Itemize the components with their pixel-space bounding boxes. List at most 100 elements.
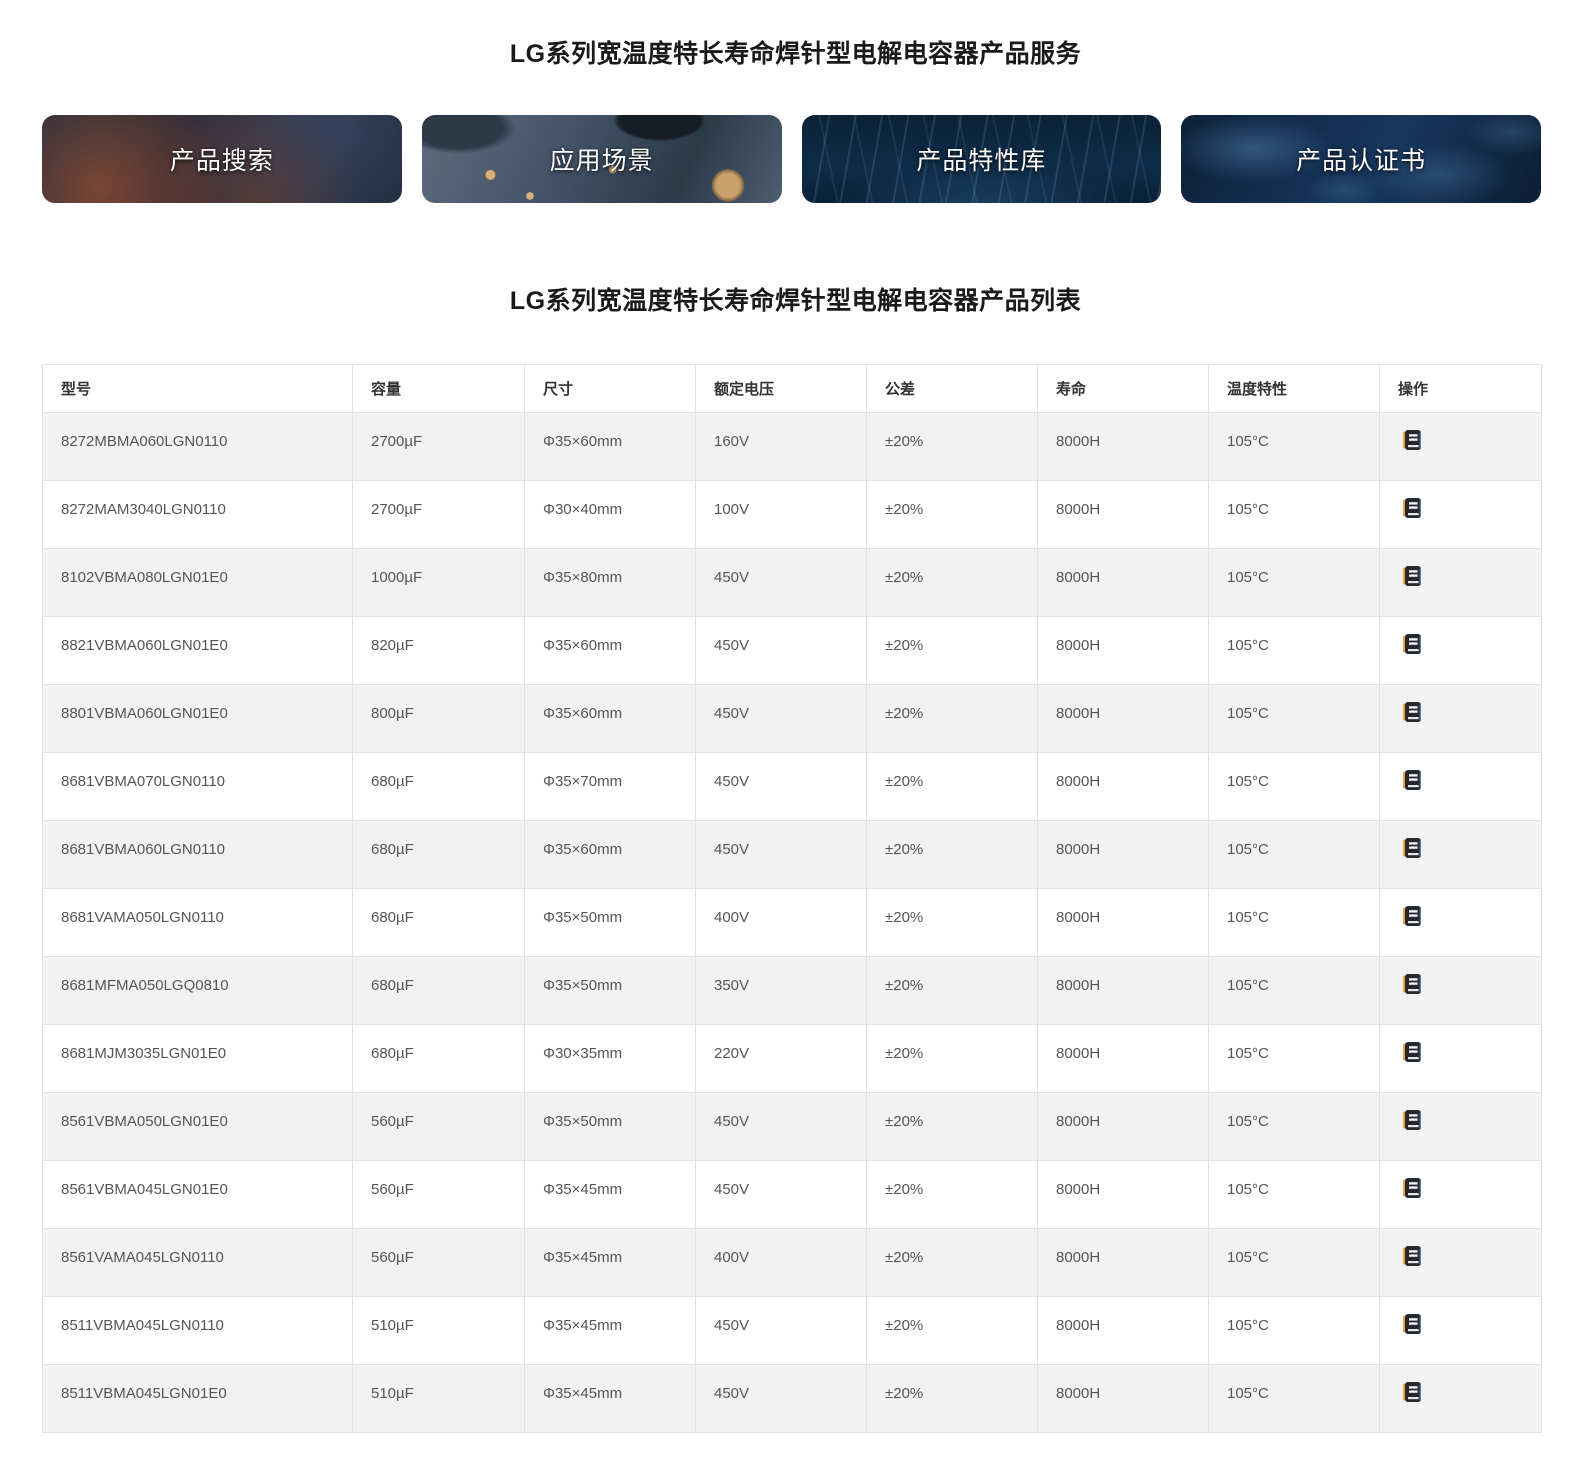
cell-life: 8000H [1038, 1297, 1209, 1365]
cell-tolerance: ±20% [867, 481, 1038, 549]
cell-model: 8511VBMA045LGN0110 [43, 1297, 353, 1365]
detail-button[interactable] [1403, 1246, 1421, 1266]
cell-model: 8272MBMA060LGN0110 [43, 413, 353, 481]
cell-voltage: 160V [696, 413, 867, 481]
cell-model: 8561VAMA045LGN0110 [43, 1229, 353, 1297]
cell-tolerance: ±20% [867, 1025, 1038, 1093]
cell-model: 8821VBMA060LGN01E0 [43, 617, 353, 685]
product-table-body: 8272MBMA060LGN0110 2700µF Φ35×60mm 160V … [43, 413, 1542, 1433]
table-row: 8511VBMA045LGN0110 510µF Φ35×45mm 450V ±… [43, 1297, 1542, 1365]
cell-temperature: 105°C [1209, 957, 1380, 1025]
cell-size: Φ30×40mm [525, 481, 696, 549]
cell-life: 8000H [1038, 1229, 1209, 1297]
nav-button-application-scenarios[interactable]: 应用场景 [422, 115, 782, 203]
product-table-container: 型号 容量 尺寸 额定电压 公差 寿命 温度特性 操作 8272MBMA060L… [42, 364, 1541, 1433]
cell-temperature: 105°C [1209, 617, 1380, 685]
cell-voltage: 450V [696, 821, 867, 889]
table-row: 8561VAMA045LGN0110 560µF Φ35×45mm 400V ±… [43, 1229, 1542, 1297]
nav-button-characteristics-library[interactable]: 产品特性库 [802, 115, 1162, 203]
notebook-icon [1403, 566, 1421, 586]
table-row: 8102VBMA080LGN01E0 1000µF Φ35×80mm 450V … [43, 549, 1542, 617]
cell-tolerance: ±20% [867, 1297, 1038, 1365]
cell-action [1380, 617, 1542, 685]
detail-button[interactable] [1403, 498, 1421, 518]
nav-button-certificates[interactable]: 产品认证书 [1181, 115, 1541, 203]
cell-size: Φ35×45mm [525, 1161, 696, 1229]
cell-capacity: 2700µF [353, 413, 525, 481]
detail-button[interactable] [1403, 566, 1421, 586]
cell-life: 8000H [1038, 549, 1209, 617]
detail-button[interactable] [1403, 1382, 1421, 1402]
cell-temperature: 105°C [1209, 1229, 1380, 1297]
detail-button[interactable] [1403, 1042, 1421, 1062]
cell-size: Φ35×45mm [525, 1365, 696, 1433]
detail-button[interactable] [1403, 1178, 1421, 1198]
cell-capacity: 560µF [353, 1229, 525, 1297]
cell-size: Φ35×60mm [525, 821, 696, 889]
cell-life: 8000H [1038, 617, 1209, 685]
cell-action [1380, 821, 1542, 889]
notebook-icon [1403, 1314, 1421, 1334]
cell-action [1380, 1365, 1542, 1433]
notebook-icon [1403, 838, 1421, 858]
cell-capacity: 680µF [353, 889, 525, 957]
cell-life: 8000H [1038, 957, 1209, 1025]
cell-action [1380, 685, 1542, 753]
table-title: LG系列宽温度特长寿命焊针型电解电容器产品列表 [0, 281, 1591, 317]
notebook-icon [1403, 702, 1421, 722]
cell-life: 8000H [1038, 1025, 1209, 1093]
detail-button[interactable] [1403, 1110, 1421, 1130]
cell-capacity: 510µF [353, 1297, 525, 1365]
detail-button[interactable] [1403, 906, 1421, 926]
detail-button[interactable] [1403, 770, 1421, 790]
cell-size: Φ35×70mm [525, 753, 696, 821]
cell-size: Φ35×50mm [525, 1093, 696, 1161]
notebook-icon [1403, 634, 1421, 654]
column-header-size: 尺寸 [525, 365, 696, 413]
detail-button[interactable] [1403, 634, 1421, 654]
cell-action [1380, 413, 1542, 481]
cell-action [1380, 1297, 1542, 1365]
cell-life: 8000H [1038, 413, 1209, 481]
cell-action [1380, 549, 1542, 617]
column-header-temperature: 温度特性 [1209, 365, 1380, 413]
cell-temperature: 105°C [1209, 1025, 1380, 1093]
cell-action [1380, 1229, 1542, 1297]
cell-voltage: 450V [696, 1093, 867, 1161]
cell-life: 8000H [1038, 753, 1209, 821]
cell-tolerance: ±20% [867, 821, 1038, 889]
nav-button-label: 产品认证书 [1296, 141, 1426, 177]
cell-size: Φ30×35mm [525, 1025, 696, 1093]
cell-model: 8511VBMA045LGN01E0 [43, 1365, 353, 1433]
detail-button[interactable] [1403, 430, 1421, 450]
cell-voltage: 450V [696, 685, 867, 753]
detail-button[interactable] [1403, 1314, 1421, 1334]
cell-action [1380, 889, 1542, 957]
detail-button[interactable] [1403, 974, 1421, 994]
cell-capacity: 820µF [353, 617, 525, 685]
notebook-icon [1403, 430, 1421, 450]
detail-button[interactable] [1403, 702, 1421, 722]
cell-voltage: 450V [696, 1297, 867, 1365]
notebook-icon [1403, 1178, 1421, 1198]
cell-life: 8000H [1038, 481, 1209, 549]
detail-button[interactable] [1403, 838, 1421, 858]
table-row: 8681VBMA070LGN0110 680µF Φ35×70mm 450V ±… [43, 753, 1542, 821]
cell-capacity: 680µF [353, 1025, 525, 1093]
cell-tolerance: ±20% [867, 1365, 1038, 1433]
cell-size: Φ35×50mm [525, 889, 696, 957]
nav-button-label: 产品特性库 [916, 141, 1046, 177]
nav-button-product-search[interactable]: 产品搜索 [42, 115, 402, 203]
table-row: 8561VBMA045LGN01E0 560µF Φ35×45mm 450V ±… [43, 1161, 1542, 1229]
table-row: 8681MFMA050LGQ0810 680µF Φ35×50mm 350V ±… [43, 957, 1542, 1025]
cell-tolerance: ±20% [867, 753, 1038, 821]
cell-size: Φ35×50mm [525, 957, 696, 1025]
table-row: 8681VAMA050LGN0110 680µF Φ35×50mm 400V ±… [43, 889, 1542, 957]
cell-size: Φ35×60mm [525, 413, 696, 481]
table-header-row: 型号 容量 尺寸 额定电压 公差 寿命 温度特性 操作 [43, 365, 1542, 413]
cell-voltage: 450V [696, 617, 867, 685]
cell-temperature: 105°C [1209, 1365, 1380, 1433]
cell-voltage: 400V [696, 1229, 867, 1297]
cell-model: 8681MFMA050LGQ0810 [43, 957, 353, 1025]
column-header-model: 型号 [43, 365, 353, 413]
